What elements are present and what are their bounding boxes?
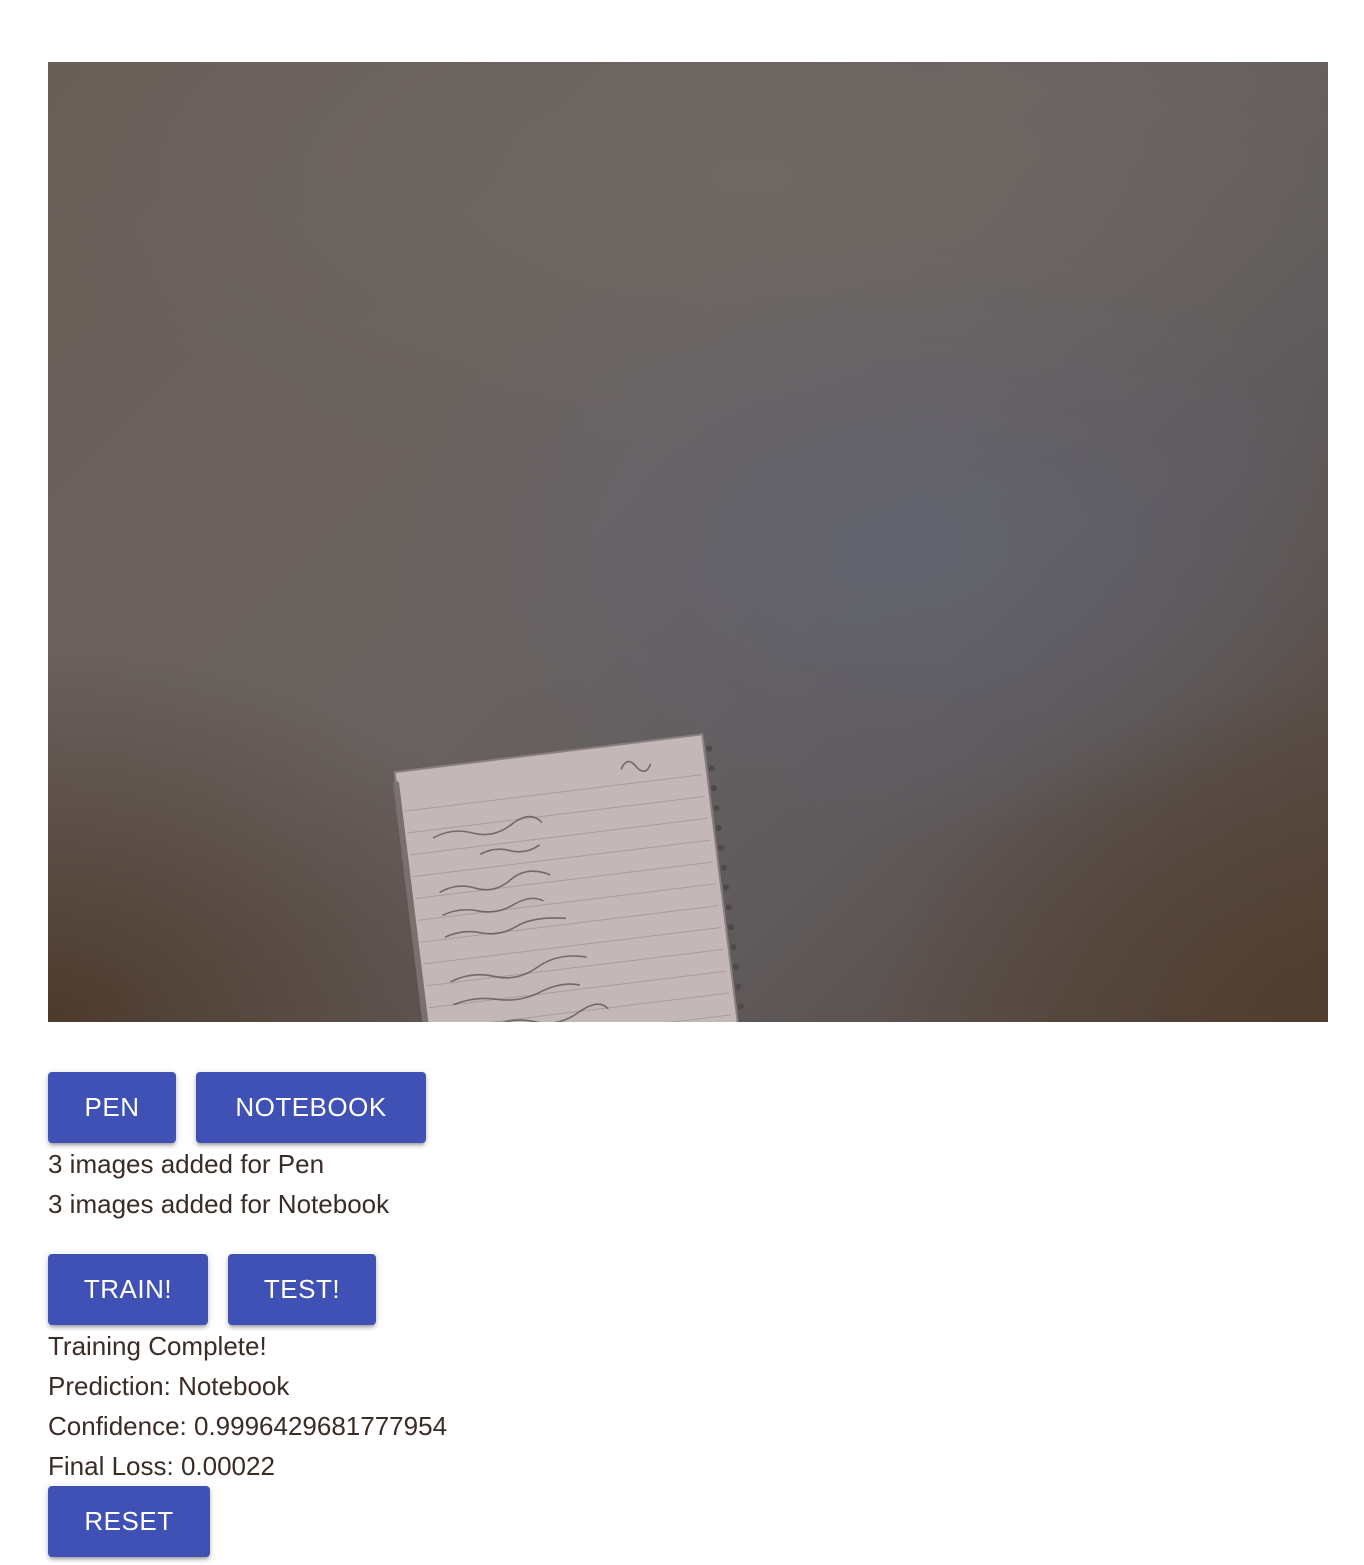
reset-button[interactable]: RESET [48, 1486, 210, 1557]
training-status-text: Training Complete! [48, 1331, 267, 1361]
prediction-text: Prediction: Notebook [48, 1371, 290, 1401]
train-button[interactable]: TRAIN! [48, 1254, 208, 1325]
test-button[interactable]: TEST! [228, 1254, 376, 1325]
pen-count-text: 3 images added for Pen [48, 1149, 325, 1179]
confidence-text: Confidence: 0.9996429681777954 [48, 1411, 448, 1441]
notebook-in-frame [392, 733, 744, 1022]
webcam-feed [48, 62, 1328, 1022]
final-loss-text: Final Loss: 0.00022 [48, 1451, 275, 1481]
pen-button[interactable]: PEN [48, 1072, 176, 1143]
notebook-button[interactable]: NOTEBOOK [196, 1072, 426, 1143]
notebook-count-text: 3 images added for Notebook [48, 1189, 390, 1219]
